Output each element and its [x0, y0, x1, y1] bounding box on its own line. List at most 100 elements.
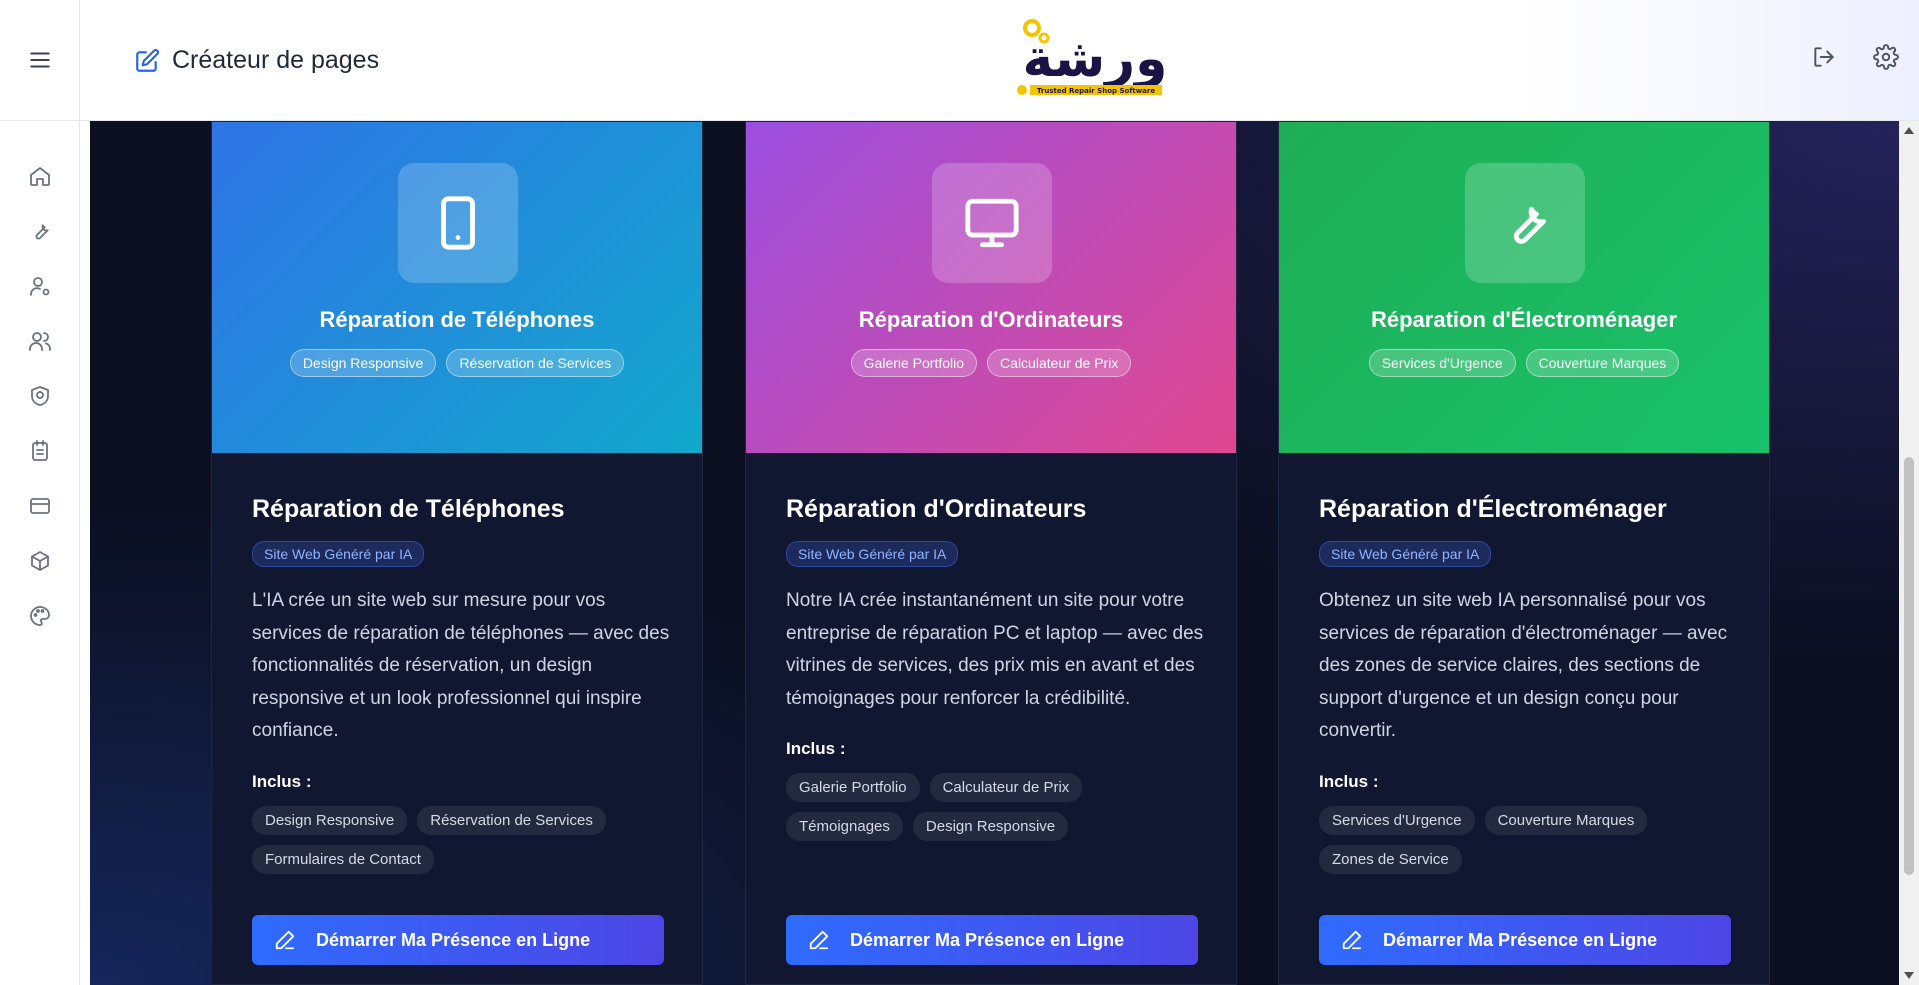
included-label: Inclus : [1319, 771, 1379, 791]
banner-tag: Design Responsive [289, 349, 437, 377]
ai-badge: Site Web Généré par IA [1319, 541, 1492, 567]
logo-wordmark: ورشة [1023, 29, 1168, 89]
card-body: Réparation d'Électroménager Site Web Gén… [1319, 495, 1739, 874]
users-icon [29, 331, 51, 351]
sidebar-item-orders[interactable] [0, 423, 80, 478]
gear-icon [1873, 44, 1899, 70]
palette-icon [30, 605, 50, 626]
menu-button[interactable] [0, 0, 80, 121]
credit-card-icon [30, 497, 50, 514]
sidebar-item-payments[interactable] [0, 478, 80, 533]
start-online-presence-button[interactable]: Démarrer Ma Présence en Ligne [786, 915, 1198, 965]
sidebar-item-repairs[interactable] [0, 203, 80, 258]
banner-tags: Design Responsive Réservation de Service… [212, 349, 702, 377]
wrench-icon [35, 223, 49, 239]
card-title: Réparation d'Électroménager [1319, 495, 1667, 523]
feature-tag: Design Responsive [912, 812, 1069, 841]
pencil-icon [275, 930, 295, 950]
shield-icon [31, 385, 49, 406]
feature-list: Services d'Urgence Couverture Marques Zo… [1319, 805, 1719, 874]
card-title: Réparation d'Ordinateurs [786, 495, 1087, 523]
main-content: Réparation de Téléphones Design Responsi… [90, 121, 1899, 985]
scroll-up-arrow[interactable] [1904, 127, 1914, 134]
pencil-icon [1342, 930, 1362, 950]
feature-tag: Formulaires de Contact [252, 844, 434, 874]
feature-tag: Zones de Service [1319, 844, 1462, 874]
sidebar-item-home[interactable] [0, 148, 80, 203]
logo-tagline: Trusted Repair Shop Software [1037, 87, 1155, 95]
sidebar-nav [0, 148, 80, 643]
page-scrollbar[interactable] [1899, 121, 1919, 985]
scroll-thumb[interactable] [1904, 457, 1914, 875]
included-label: Inclus : [786, 739, 846, 758]
sidebar-item-themes[interactable] [0, 588, 80, 643]
template-card-phone-repair: Réparation de Téléphones Design Responsi… [211, 121, 703, 985]
sidebar-item-security[interactable] [0, 368, 80, 423]
clipboard-icon [32, 439, 48, 461]
card-icon-box [932, 163, 1052, 283]
banner-title: Réparation d'Électroménager [1371, 307, 1677, 332]
top-header: Créateur de pages ورشة Trusted Repair Sh… [80, 0, 1919, 121]
card-icon-box [398, 163, 518, 283]
feature-tag: Témoignages [786, 812, 903, 841]
user-gear-icon [30, 276, 50, 296]
feature-list: Galerie Portfolio Calculateur de Prix Té… [786, 773, 1186, 841]
ai-badge: Site Web Généré par IA [786, 541, 959, 567]
sidebar [0, 0, 80, 985]
wrench-icon [1513, 206, 1547, 244]
cta-label: Démarrer Ma Présence en Ligne [1383, 929, 1658, 950]
banner-title: Réparation d'Ordinateurs [858, 307, 1124, 332]
card-description: Notre IA crée instantanément un site pou… [786, 590, 1204, 709]
banner-tag: Couverture Marques [1525, 349, 1680, 377]
card-banner: Réparation de Téléphones Design Responsi… [212, 122, 702, 453]
logout-button[interactable] [1811, 44, 1837, 75]
logout-icon [1814, 47, 1834, 67]
home-icon [30, 166, 50, 186]
banner-tags: Galerie Portfolio Calculateur de Prix [746, 349, 1236, 377]
page-title: Créateur de pages [134, 46, 379, 75]
hamburger-icon [30, 52, 50, 68]
page-title-text: Créateur de pages [172, 46, 380, 74]
feature-tag: Galerie Portfolio [786, 773, 920, 802]
feature-list: Design Responsive Réservation de Service… [252, 805, 652, 874]
card-description: L'IA crée un site web sur mesure pour vo… [252, 590, 670, 741]
settings-button[interactable] [1873, 44, 1899, 75]
banner-tags: Services d'Urgence Couverture Marques [1279, 349, 1769, 377]
header-actions [1811, 44, 1899, 75]
template-card-appliance-repair: Réparation d'Électroménager Services d'U… [1278, 121, 1770, 985]
scroll-down-arrow[interactable] [1904, 972, 1914, 979]
template-card-computer-repair: Réparation d'Ordinateurs Galerie Portfol… [745, 121, 1237, 985]
smartphone-icon [441, 196, 475, 250]
feature-tag: Services d'Urgence [1319, 805, 1475, 835]
cta-label: Démarrer Ma Présence en Ligne [850, 929, 1125, 950]
cta-label: Démarrer Ma Présence en Ligne [316, 929, 591, 950]
sidebar-item-inventory[interactable] [0, 533, 80, 588]
sidebar-item-users[interactable] [0, 313, 80, 368]
banner-title: Réparation de Téléphones [319, 307, 595, 332]
banner-tag: Services d'Urgence [1368, 349, 1516, 377]
feature-tag: Couverture Marques [1484, 805, 1648, 835]
banner-tag: Galerie Portfolio [850, 349, 978, 377]
banner-tag: Réservation de Services [446, 349, 625, 377]
pencil-icon [809, 930, 829, 950]
card-body: Réparation d'Ordinateurs Site Web Généré… [786, 495, 1206, 841]
card-description: Obtenez un site web IA personnalisé pour… [1319, 590, 1728, 741]
card-banner: Réparation d'Électroménager Services d'U… [1279, 122, 1769, 453]
card-title: Réparation de Téléphones [252, 495, 565, 523]
ai-badge: Site Web Généré par IA [252, 541, 425, 567]
card-body: Réparation de Téléphones Site Web Généré… [252, 495, 672, 874]
feature-tag: Calculateur de Prix [929, 773, 1083, 802]
card-banner: Réparation d'Ordinateurs Galerie Portfol… [746, 122, 1236, 453]
feature-tag: Réservation de Services [417, 805, 606, 835]
brand-logo[interactable]: ورشة Trusted Repair Shop Software [1010, 18, 1170, 102]
monitor-icon [965, 198, 1019, 248]
start-online-presence-button[interactable]: Démarrer Ma Présence en Ligne [252, 915, 664, 965]
edit-icon [136, 48, 159, 72]
card-icon-box [1465, 163, 1585, 283]
banner-tag: Calculateur de Prix [987, 349, 1132, 377]
box-icon [31, 550, 49, 571]
sidebar-item-user-settings[interactable] [0, 258, 80, 313]
feature-tag: Design Responsive [252, 805, 408, 835]
included-label: Inclus : [252, 771, 312, 791]
start-online-presence-button[interactable]: Démarrer Ma Présence en Ligne [1319, 915, 1731, 965]
